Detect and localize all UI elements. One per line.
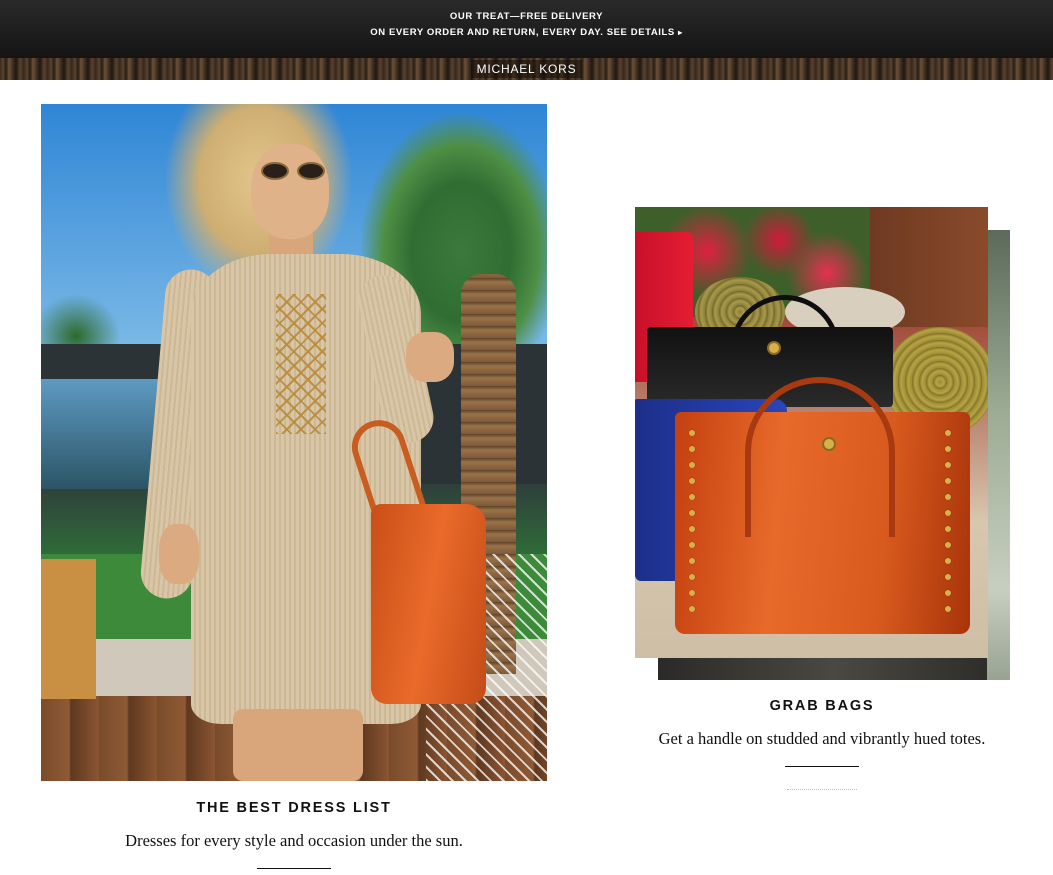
stud-icon <box>689 494 695 500</box>
model-left-hand <box>159 524 199 584</box>
promo-subline-text: ON EVERY ORDER AND RETURN, EVERY DAY. <box>370 27 604 38</box>
stud-icon <box>689 462 695 468</box>
stud-icon <box>945 462 951 468</box>
model-face <box>251 144 329 239</box>
model-legs <box>233 709 363 781</box>
dress-feature-text: Dresses for every style and occasion und… <box>125 831 463 850</box>
stud-icon <box>945 446 951 452</box>
bags-feature-image[interactable] <box>635 207 988 658</box>
stud-icon <box>689 526 695 532</box>
promo-banner[interactable]: OUR TREAT—FREE DELIVERY ON EVERY ORDER A… <box>0 0 1053 58</box>
stud-icon <box>945 494 951 500</box>
bags-feature-caption: GRAB BAGS Get a handle on studded and vi… <box>596 698 1048 790</box>
black-tote-clasp <box>767 341 781 355</box>
brand-banner[interactable]: MICHAEL KORS <box>0 58 1053 80</box>
stud-icon <box>945 430 951 436</box>
stud-icon <box>945 510 951 516</box>
stud-icon <box>689 542 695 548</box>
stud-icon <box>689 478 695 484</box>
stud-icon <box>689 590 695 596</box>
dress-feature-title[interactable]: THE BEST DRESS LIST <box>41 800 547 816</box>
brand-name: MICHAEL KORS <box>470 60 583 78</box>
sunglasses <box>261 162 327 180</box>
wooden-bench <box>41 559 96 699</box>
stud-icon <box>945 478 951 484</box>
stud-icon <box>945 558 951 564</box>
stud-icon <box>945 526 951 532</box>
faint-divider <box>787 789 857 790</box>
stud-icon <box>689 606 695 612</box>
divider <box>257 868 331 869</box>
bags-feature-title[interactable]: GRAB BAGS <box>596 698 1048 714</box>
stud-icon <box>689 510 695 516</box>
dress-chain-laces <box>276 294 326 434</box>
see-details-link[interactable]: SEE DETAILS ▸ <box>607 27 683 38</box>
stud-icon <box>689 446 695 452</box>
stud-icon <box>689 558 695 564</box>
bags-backdrop-edge <box>987 230 1010 680</box>
see-details-label: SEE DETAILS <box>606 27 675 38</box>
stud-icon <box>689 430 695 436</box>
bags-feature-text: Get a handle on studded and vibrantly hu… <box>658 729 986 748</box>
dress-feature-caption: THE BEST DRESS LIST Dresses for every st… <box>41 800 547 869</box>
stud-icon <box>945 590 951 596</box>
stud-icon <box>945 606 951 612</box>
dress-feature-image[interactable] <box>41 104 547 781</box>
chevron-right-icon: ▸ <box>678 28 683 37</box>
stud-icon <box>945 574 951 580</box>
divider <box>785 766 859 767</box>
tote-studs <box>683 422 963 622</box>
model-right-hand <box>406 332 454 382</box>
orange-tote-bag <box>371 504 486 704</box>
promo-headline: OUR TREAT—FREE DELIVERY <box>449 11 604 22</box>
stud-icon <box>945 542 951 548</box>
promo-subline: ON EVERY ORDER AND RETURN, EVERY DAY. SE… <box>0 27 1053 38</box>
stud-icon <box>689 574 695 580</box>
